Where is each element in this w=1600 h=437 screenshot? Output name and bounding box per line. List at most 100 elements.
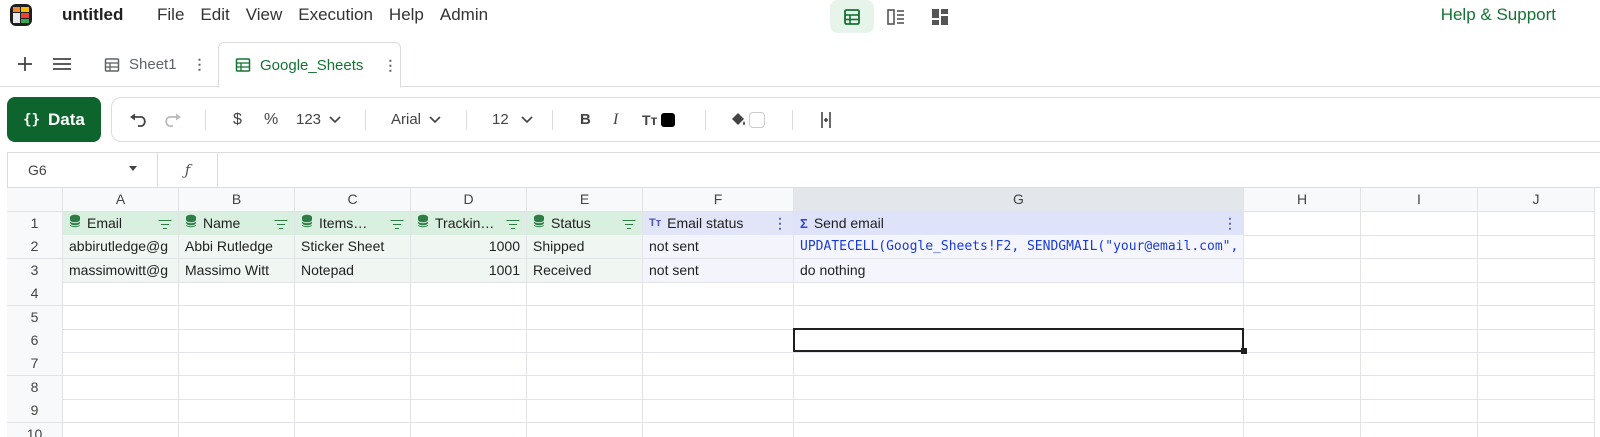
column-menu-icon[interactable]: ⋮ [773, 212, 787, 235]
field-header-g[interactable]: Σ Send email ⋮ [794, 212, 1244, 236]
cell-h7[interactable] [1244, 352, 1361, 377]
add-sheet-button[interactable] [13, 52, 37, 76]
tab-menu-icon[interactable]: ⋮ [383, 57, 397, 74]
cell-b7[interactable] [179, 352, 295, 377]
cell-h3[interactable] [1244, 258, 1361, 283]
cell-f2[interactable]: not sent [643, 235, 794, 260]
cell-c10[interactable] [295, 422, 411, 437]
cell-j8[interactable] [1478, 375, 1595, 400]
menu-file[interactable]: File [157, 5, 184, 25]
cell-a7[interactable] [63, 352, 179, 377]
row-header-7[interactable]: 7 [7, 352, 63, 377]
field-header-a[interactable]: Email [63, 212, 179, 236]
row-header-9[interactable]: 9 [7, 399, 63, 424]
currency-format-button[interactable]: $ [233, 98, 242, 141]
cell-reference-box[interactable]: G6 [8, 153, 158, 187]
cell-f7[interactable] [643, 352, 794, 377]
column-header-a[interactable]: A [63, 188, 179, 212]
cell-i8[interactable] [1361, 375, 1478, 400]
split-view-button[interactable] [874, 0, 918, 33]
all-sheets-button[interactable] [50, 52, 74, 76]
cell-g10[interactable] [794, 422, 1244, 437]
cell-j6[interactable] [1478, 329, 1595, 353]
cell-c4[interactable] [295, 282, 411, 307]
cell-i1[interactable] [1361, 212, 1478, 236]
filter-icon[interactable] [158, 219, 172, 229]
cell-a9[interactable] [63, 399, 179, 424]
cell-c3[interactable]: Notepad [295, 258, 411, 283]
cell-c2[interactable]: Sticker Sheet [295, 235, 411, 260]
column-layout-button[interactable] [819, 98, 833, 141]
cell-b6[interactable] [179, 329, 295, 353]
cell-h6[interactable] [1244, 329, 1361, 353]
column-header-b[interactable]: B [179, 188, 295, 212]
cell-i9[interactable] [1361, 399, 1478, 424]
cell-h2[interactable] [1244, 235, 1361, 260]
row-header-1[interactable]: 1 [7, 212, 63, 236]
cell-d6[interactable] [411, 329, 527, 353]
cell-a6[interactable] [63, 329, 179, 353]
font-family-dropdown[interactable]: Arial [391, 98, 441, 141]
column-header-c[interactable]: C [295, 188, 411, 212]
cell-g2[interactable]: UPDATECELL(Google_Sheets!F2, SENDGMAIL("… [794, 235, 1244, 260]
cell-f3[interactable]: not sent [643, 258, 794, 283]
cell-e3[interactable]: Received [527, 258, 643, 283]
cell-e5[interactable] [527, 305, 643, 330]
cell-j5[interactable] [1478, 305, 1595, 330]
cell-a3[interactable]: massimowitt@g [63, 258, 179, 283]
cell-f6[interactable] [643, 329, 794, 353]
cell-c7[interactable] [295, 352, 411, 377]
sheet-view-button[interactable] [830, 0, 874, 33]
column-header-h[interactable]: H [1244, 188, 1361, 212]
row-header-4[interactable]: 4 [7, 282, 63, 307]
column-header-g[interactable]: G [794, 188, 1244, 212]
cell-e10[interactable] [527, 422, 643, 437]
cell-c8[interactable] [295, 375, 411, 400]
cell-f10[interactable] [643, 422, 794, 437]
cell-a4[interactable] [63, 282, 179, 307]
cell-d4[interactable] [411, 282, 527, 307]
cell-h10[interactable] [1244, 422, 1361, 437]
cell-h5[interactable] [1244, 305, 1361, 330]
data-button[interactable]: {} Data [7, 97, 101, 142]
cell-e9[interactable] [527, 399, 643, 424]
column-header-f[interactable]: F [643, 188, 794, 212]
cell-j9[interactable] [1478, 399, 1595, 424]
cell-b5[interactable] [179, 305, 295, 330]
menu-execution[interactable]: Execution [298, 5, 373, 25]
menu-edit[interactable]: Edit [200, 5, 229, 25]
filter-icon[interactable] [506, 219, 520, 229]
cell-j7[interactable] [1478, 352, 1595, 377]
redo-button[interactable] [162, 98, 182, 141]
cell-d5[interactable] [411, 305, 527, 330]
cell-j10[interactable] [1478, 422, 1595, 437]
font-size-dropdown[interactable]: 12 [492, 98, 533, 141]
cell-j2[interactable] [1478, 235, 1595, 260]
menu-admin[interactable]: Admin [440, 5, 488, 25]
cell-j4[interactable] [1478, 282, 1595, 307]
cell-h4[interactable] [1244, 282, 1361, 307]
filter-icon[interactable] [622, 219, 636, 229]
cell-a8[interactable] [63, 375, 179, 400]
cell-a10[interactable] [63, 422, 179, 437]
document-title[interactable]: untitled [62, 5, 123, 25]
row-header-6[interactable]: 6 [7, 329, 63, 353]
cell-f9[interactable] [643, 399, 794, 424]
fill-color-button[interactable] [729, 98, 765, 141]
row-header-8[interactable]: 8 [7, 375, 63, 400]
cell-i7[interactable] [1361, 352, 1478, 377]
cell-d9[interactable] [411, 399, 527, 424]
cell-b10[interactable] [179, 422, 295, 437]
cell-i3[interactable] [1361, 258, 1478, 283]
cell-e8[interactable] [527, 375, 643, 400]
cell-i2[interactable] [1361, 235, 1478, 260]
number-format-dropdown[interactable]: 123 [296, 98, 341, 141]
cell-b8[interactable] [179, 375, 295, 400]
cell-h9[interactable] [1244, 399, 1361, 424]
cell-g8[interactable] [794, 375, 1244, 400]
cell-e2[interactable]: Shipped [527, 235, 643, 260]
cell-d3[interactable]: 1001 [411, 258, 527, 283]
column-header-i[interactable]: I [1361, 188, 1478, 212]
cell-f5[interactable] [643, 305, 794, 330]
cell-e6[interactable] [527, 329, 643, 353]
